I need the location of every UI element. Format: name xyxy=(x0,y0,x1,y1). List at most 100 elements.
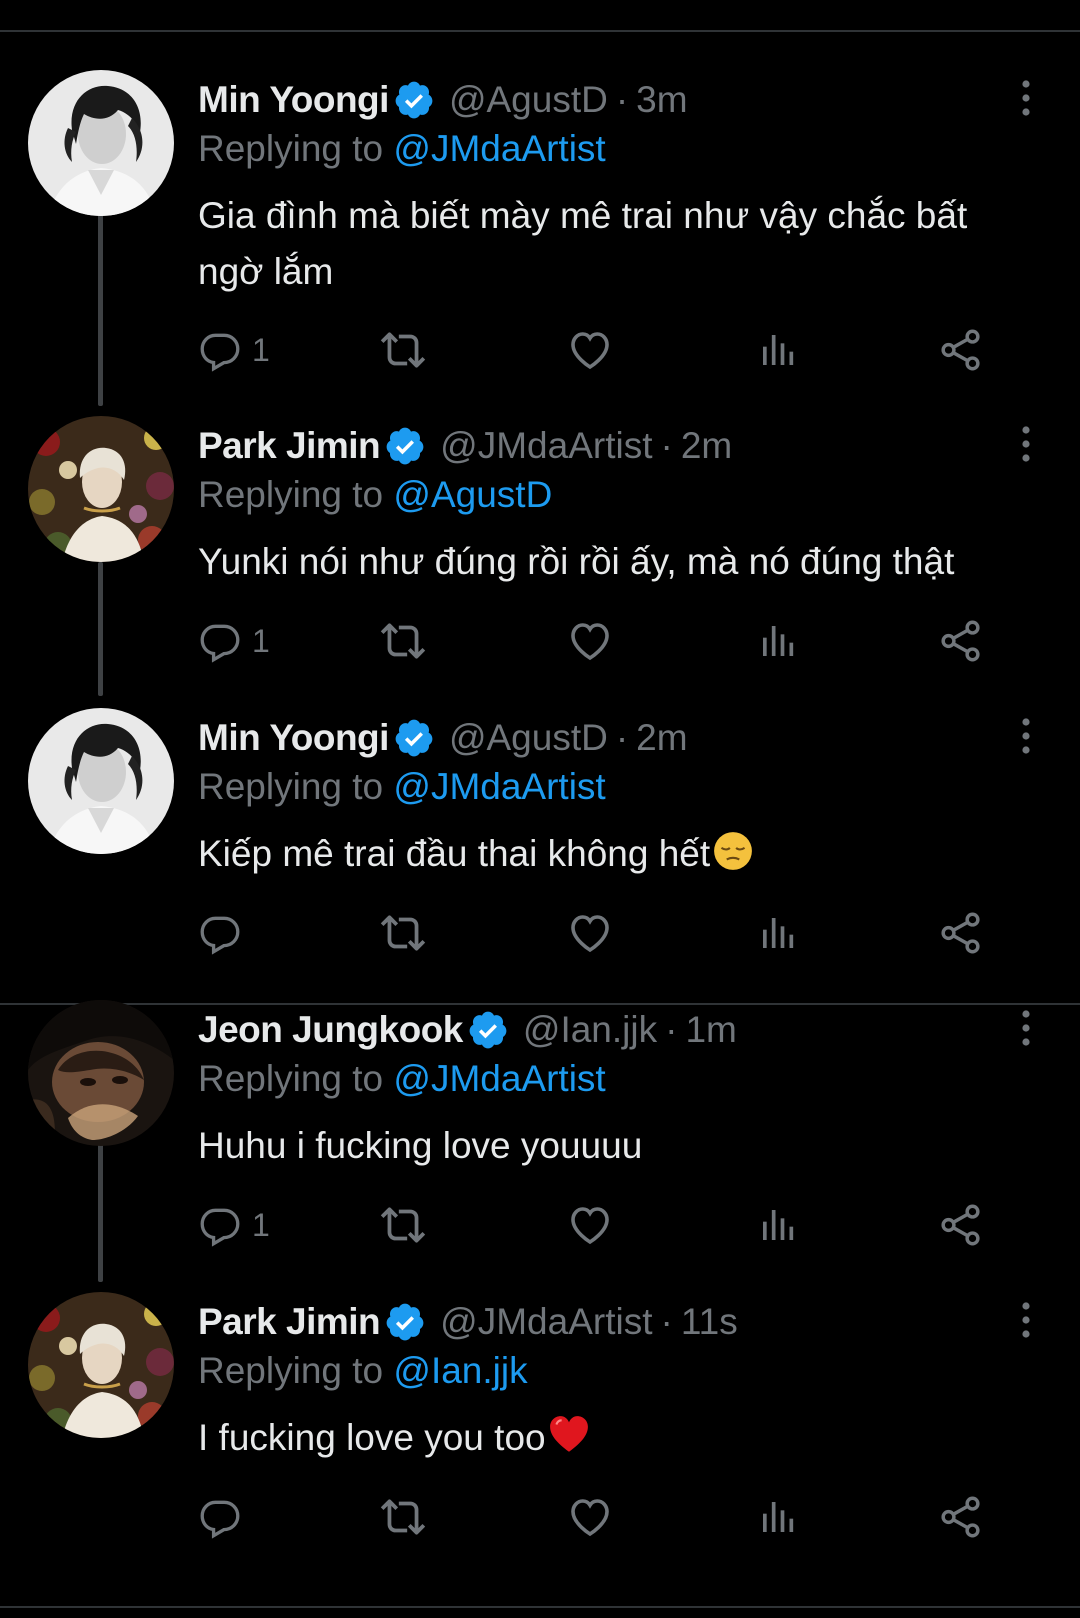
avatar[interactable] xyxy=(28,1000,174,1146)
more-options-icon[interactable] xyxy=(1016,78,1036,118)
share-button[interactable] xyxy=(938,616,984,666)
like-button[interactable] xyxy=(566,1200,614,1250)
retweet-button[interactable] xyxy=(378,1492,428,1542)
action-bar: 1 xyxy=(198,325,1018,375)
avatar-min-yoongi-image xyxy=(28,708,174,854)
reply-button[interactable] xyxy=(198,1492,252,1542)
user-handle[interactable]: @AgustD xyxy=(449,717,608,759)
divider-bottom xyxy=(0,1606,1080,1608)
more-options-icon[interactable] xyxy=(1016,1300,1036,1340)
action-bar xyxy=(198,1492,1018,1542)
like-button[interactable] xyxy=(566,616,614,666)
timestamp[interactable]: 11s xyxy=(681,1301,738,1343)
reply-button[interactable]: 1 xyxy=(198,325,270,375)
timestamp[interactable]: 3m xyxy=(636,79,687,121)
mention-link[interactable]: @JMdaArtist xyxy=(393,1058,605,1099)
tweet[interactable]: Jeon Jungkook @Ian.jjk · 1m Replying to … xyxy=(0,1000,1080,1286)
user-handle[interactable]: @AgustD xyxy=(449,79,608,121)
avatar-park-jimin-image xyxy=(28,1292,174,1438)
replying-to-label: Replying to xyxy=(198,1350,384,1391)
share-button[interactable] xyxy=(938,908,984,958)
red-heart-emoji xyxy=(548,1414,590,1456)
more-options-icon[interactable] xyxy=(1016,424,1036,464)
views-icon xyxy=(758,913,798,953)
replying-to: Replying to @Ian.jjk xyxy=(198,1350,528,1392)
mention-link[interactable]: @Ian.jjk xyxy=(393,1350,527,1391)
display-name[interactable]: Jeon Jungkook xyxy=(198,1009,463,1051)
share-icon xyxy=(938,1202,984,1248)
retweet-button[interactable] xyxy=(378,616,428,666)
like-icon xyxy=(566,1493,614,1541)
verified-badge-icon xyxy=(393,79,435,121)
reply-button[interactable] xyxy=(198,908,252,958)
like-icon xyxy=(566,617,614,665)
verified-badge-icon xyxy=(393,717,435,759)
display-name[interactable]: Min Yoongi xyxy=(198,717,389,759)
reply-button[interactable]: 1 xyxy=(198,616,270,666)
share-button[interactable] xyxy=(938,1492,984,1542)
tweet[interactable]: Min Yoongi @AgustD · 3m Replying to @JMd… xyxy=(0,70,1080,400)
separator-dot: · xyxy=(615,79,629,120)
tweet[interactable]: Park Jimin @JMdaArtist · 11s Replying to… xyxy=(0,1292,1080,1592)
reply-icon xyxy=(198,911,242,955)
avatar[interactable] xyxy=(28,416,174,562)
retweet-icon xyxy=(378,908,428,958)
views-button[interactable] xyxy=(758,908,798,958)
avatar[interactable] xyxy=(28,70,174,216)
tweet-header: Jeon Jungkook @Ian.jjk · 1m xyxy=(198,1008,737,1052)
views-button[interactable] xyxy=(758,1200,798,1250)
tweet[interactable]: Park Jimin @JMdaArtist · 2m Replying to … xyxy=(0,416,1080,696)
views-button[interactable] xyxy=(758,1492,798,1542)
views-button[interactable] xyxy=(758,616,798,666)
display-name[interactable]: Min Yoongi xyxy=(198,79,389,121)
replying-to-label: Replying to xyxy=(198,128,384,169)
reply-icon xyxy=(198,1203,242,1247)
user-handle[interactable]: @Ian.jjk xyxy=(523,1009,657,1051)
user-handle[interactable]: @JMdaArtist xyxy=(440,425,652,467)
tweet[interactable]: Min Yoongi @AgustD · 2m Replying to @JMd… xyxy=(0,708,1080,994)
share-button[interactable] xyxy=(938,1200,984,1250)
tweet-text: Kiếp mê trai đầu thai không hết xyxy=(198,833,711,874)
pensive-face-emoji xyxy=(712,830,754,872)
retweet-button[interactable] xyxy=(378,325,428,375)
display-name[interactable]: Park Jimin xyxy=(198,425,381,467)
user-handle[interactable]: @JMdaArtist xyxy=(440,1301,652,1343)
more-options-icon[interactable] xyxy=(1016,1008,1036,1048)
action-bar xyxy=(198,908,1018,958)
like-button[interactable] xyxy=(566,908,614,958)
avatar[interactable] xyxy=(28,1292,174,1438)
replying-to-label: Replying to xyxy=(198,474,384,515)
replying-to: Replying to @AgustD xyxy=(198,474,552,516)
tweet-header: Park Jimin @JMdaArtist · 2m xyxy=(198,424,732,468)
retweet-button[interactable] xyxy=(378,908,428,958)
avatar-park-jimin-image xyxy=(28,416,174,562)
like-button[interactable] xyxy=(566,325,614,375)
separator-dot: · xyxy=(660,1301,673,1342)
reply-count: 1 xyxy=(252,622,270,659)
display-name[interactable]: Park Jimin xyxy=(198,1301,381,1343)
reply-icon xyxy=(198,328,242,372)
share-button[interactable] xyxy=(938,325,984,375)
views-button[interactable] xyxy=(758,325,798,375)
like-button[interactable] xyxy=(566,1492,614,1542)
tweet-header: Park Jimin @JMdaArtist · 11s xyxy=(198,1300,738,1344)
reply-count: 1 xyxy=(252,1206,270,1243)
retweet-button[interactable] xyxy=(378,1200,428,1250)
mention-link[interactable]: @JMdaArtist xyxy=(393,128,605,169)
mention-link[interactable]: @JMdaArtist xyxy=(393,766,605,807)
avatar[interactable] xyxy=(28,708,174,854)
retweet-icon xyxy=(378,1200,428,1250)
reply-icon xyxy=(198,1495,242,1539)
avatar-jeon-jungkook-image xyxy=(28,1000,174,1146)
mention-link[interactable]: @AgustD xyxy=(393,474,552,515)
reply-button[interactable]: 1 xyxy=(198,1200,270,1250)
timestamp[interactable]: 1m xyxy=(685,1009,736,1051)
like-icon xyxy=(566,326,614,374)
like-icon xyxy=(566,1201,614,1249)
timestamp[interactable]: 2m xyxy=(681,425,732,467)
replying-to-label: Replying to xyxy=(198,766,384,807)
tweet-header: Min Yoongi @AgustD · 3m xyxy=(198,78,688,122)
replying-to-label: Replying to xyxy=(198,1058,384,1099)
timestamp[interactable]: 2m xyxy=(636,717,687,759)
more-options-icon[interactable] xyxy=(1016,716,1036,756)
